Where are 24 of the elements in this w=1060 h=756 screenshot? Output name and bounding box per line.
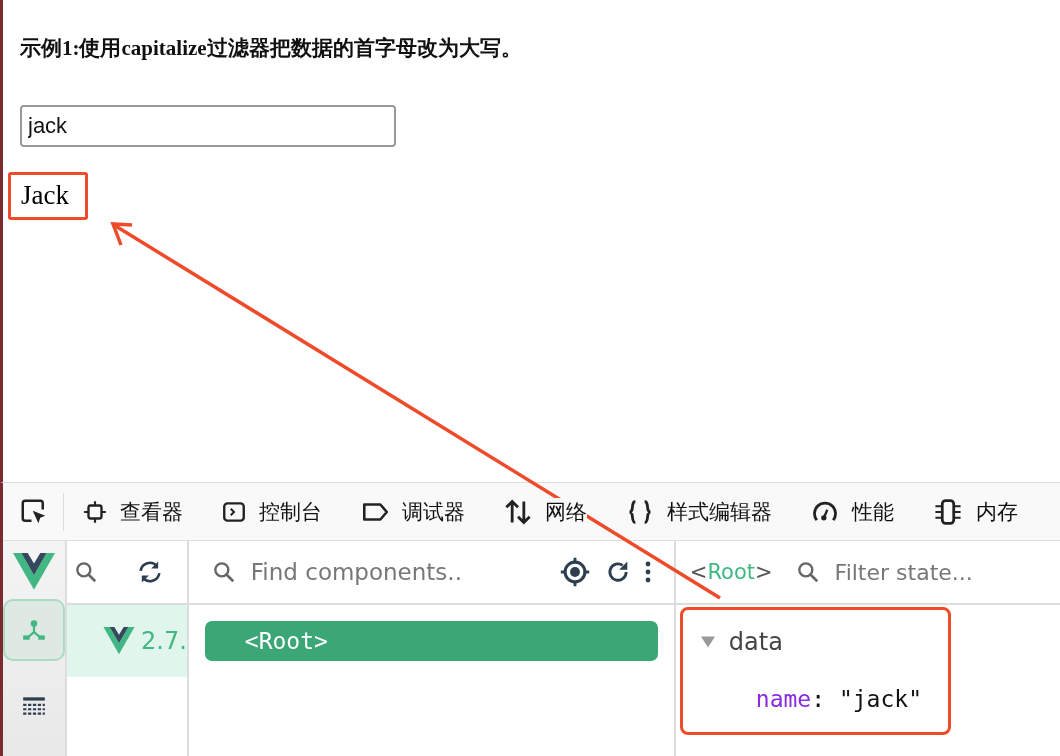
expand-triangle-icon[interactable] <box>700 635 715 649</box>
filter-field[interactable]: Filter state... <box>832 558 1060 586</box>
search-field[interactable]: Find components.. <box>248 558 546 586</box>
vue-logo-icon <box>103 627 135 655</box>
input-field[interactable]: jack <box>20 105 396 147</box>
crosshair-icon <box>82 498 108 525</box>
state-property: name: "jack" <box>755 686 922 712</box>
tree-icon <box>21 617 47 643</box>
arrows-icon <box>503 497 533 526</box>
devtools-tab[interactable]: 网络 <box>503 497 625 526</box>
section-title: data <box>728 628 783 656</box>
devtools-tab[interactable]: 性能 <box>810 497 932 526</box>
heading: 示例1:使用capitalize过滤器把数据的首字母改为大写。 <box>19 35 523 62</box>
output-text: Jack <box>21 180 69 210</box>
devtools-tab[interactable]: 内存 <box>932 497 1056 526</box>
vue-logo-icon <box>13 553 55 591</box>
more-icon[interactable] <box>643 559 652 585</box>
devtools-tab[interactable]: 调试器 <box>360 497 503 526</box>
devtools-tab[interactable]: 控制台 <box>221 497 360 526</box>
chip-icon <box>932 497 964 526</box>
version-text: 2.7. <box>141 627 187 655</box>
search-icon[interactable] <box>73 559 99 585</box>
component-name: <Root> <box>689 560 773 584</box>
devtools-tab[interactable]: 查看器 <box>82 497 221 526</box>
